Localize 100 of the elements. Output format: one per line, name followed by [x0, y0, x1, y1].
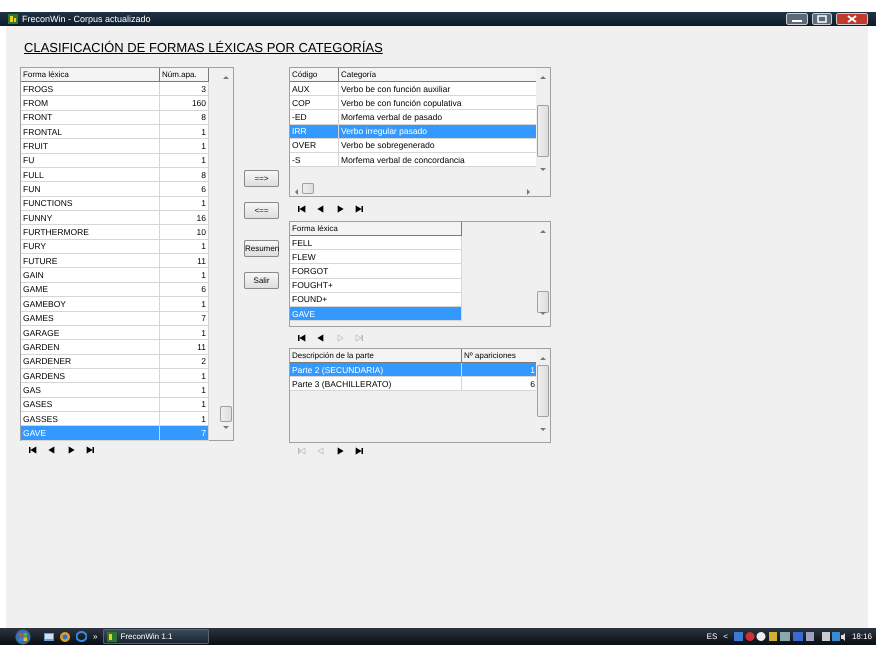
- add-button[interactable]: ==>: [244, 170, 279, 187]
- table-cell: 1: [462, 363, 538, 378]
- tray-icons-drawing[interactable]: [734, 631, 846, 642]
- table-cell: COP: [290, 96, 339, 110]
- scroll-thumb[interactable]: [302, 183, 314, 194]
- next-icon[interactable]: [66, 445, 76, 455]
- table-row[interactable]: FROM 160: [21, 96, 219, 111]
- data-grid[interactable]: Descripción de la parte Nº apariciones Parte 2 (SECUNDARIA) 1 Parte 3 (BACHILLERATO) 6: [289, 348, 551, 443]
- table-row[interactable]: -ED Morfema verbal de pasado: [290, 110, 536, 125]
- table-row[interactable]: FURY 1: [21, 240, 219, 254]
- table-row[interactable]: AUX Verbo be con función auxiliar: [290, 82, 536, 96]
- table-cell: FULL: [21, 168, 160, 182]
- table-cell: GAVE: [21, 426, 160, 441]
- table-row[interactable]: FU 1: [21, 154, 219, 168]
- scroll-thumb[interactable]: [537, 291, 549, 313]
- table-cell: 6: [160, 182, 209, 197]
- table-cell: 6: [160, 282, 209, 298]
- table-row[interactable]: FRUIT 1: [21, 139, 219, 154]
- task-button[interactable]: FreconWin 1.1: [103, 629, 210, 644]
- table-row[interactable]: -S Morfema verbal de concordancia: [290, 152, 536, 168]
- table-row[interactable]: FLEW: [290, 250, 536, 264]
- table-row[interactable]: GARDENS 1: [21, 368, 219, 384]
- previous-icon[interactable]: [316, 332, 326, 342]
- table-row[interactable]: FURTHERMORE 10: [21, 225, 219, 240]
- table-row[interactable]: GAMES 7: [21, 312, 219, 326]
- data-grid[interactable]: [289, 67, 551, 197]
- table-cell: 1: [160, 196, 209, 212]
- table-cell: FROGS: [21, 82, 160, 96]
- column-header[interactable]: Núm.apa.: [160, 68, 209, 82]
- table-row[interactable]: GAMEBOY 1: [21, 297, 219, 312]
- table-row[interactable]: GAIN 1: [21, 268, 219, 283]
- table-row[interactable]: GASSES 1: [21, 412, 219, 426]
- column-header[interactable]: Forma léxica: [21, 68, 160, 82]
- table-row[interactable]: FUNCTIONS 1: [21, 196, 219, 212]
- table-row[interactable]: FELL: [290, 236, 536, 250]
- table-cell: GARDEN: [21, 340, 160, 355]
- table-cell: 1: [160, 240, 209, 254]
- table-cell: 1: [160, 297, 209, 312]
- column-header[interactable]: Categoría: [339, 68, 538, 82]
- skip-first-icon[interactable]: [297, 332, 307, 342]
- skip-last-icon[interactable]: [354, 204, 364, 214]
- scroll-thumb[interactable]: [537, 105, 549, 157]
- table-row[interactable]: FUNNY 16: [21, 211, 219, 226]
- summary-button[interactable]: Resumen: [244, 240, 279, 257]
- table-row[interactable]: FORGOT: [290, 264, 536, 279]
- table-row[interactable]: FRONTAL 1: [21, 125, 219, 140]
- exit-button[interactable]: Salir: [244, 272, 279, 289]
- table-row[interactable]: GARDENER 2: [21, 354, 219, 369]
- table-row[interactable]: Parte 3 (BACHILLERATO) 6: [290, 377, 536, 392]
- maximize-icon[interactable]: [812, 13, 832, 25]
- table-cell: 1: [160, 154, 209, 168]
- column-header[interactable]: Forma léxica: [290, 222, 462, 236]
- language-indicator[interactable]: ES: [706, 632, 718, 641]
- table-cell: 160: [160, 96, 209, 111]
- data-grid[interactable]: [20, 67, 234, 441]
- table-row[interactable]: GAME 6: [21, 282, 219, 298]
- table-cell: 1: [160, 368, 209, 384]
- table-cell: 11: [160, 254, 209, 268]
- table-cell: IRR: [290, 124, 339, 139]
- table-cell: FUNNY: [21, 211, 160, 226]
- scroll-thumb[interactable]: [537, 365, 549, 417]
- table-row[interactable]: FOUGHT+: [290, 278, 536, 293]
- column-header[interactable]: Descripción de la parte: [290, 349, 462, 363]
- table-row[interactable]: GASES 1: [21, 398, 219, 412]
- table-row[interactable]: FROGS 3: [21, 82, 219, 96]
- tray-expand-chevron[interactable]: <: [723, 632, 728, 641]
- skip-last-icon[interactable]: [85, 445, 95, 455]
- table-cell: FRONT: [21, 110, 160, 126]
- clock[interactable]: 18:16: [852, 632, 872, 641]
- table-row[interactable]: GAS 1: [21, 383, 219, 398]
- table-row[interactable]: GARAGE 1: [21, 326, 219, 340]
- skip-last-icon[interactable]: [354, 446, 364, 456]
- previous-icon[interactable]: [47, 445, 57, 455]
- table-row[interactable]: FUTURE 11: [21, 254, 219, 268]
- remove-button[interactable]: <==: [244, 202, 279, 219]
- table-row[interactable]: OVER Verbo be sobregenerado: [290, 138, 536, 153]
- next-icon[interactable]: [335, 446, 345, 456]
- scroll-thumb[interactable]: [220, 406, 232, 422]
- table-cell: GAS: [21, 383, 160, 398]
- table-row[interactable]: FRONT 8: [21, 110, 219, 126]
- show-desktop-icon[interactable]: [44, 632, 54, 642]
- column-header[interactable]: Código: [290, 68, 339, 82]
- table-row[interactable]: COP Verbo be con función copulativa: [290, 96, 536, 110]
- previous-icon[interactable]: [316, 204, 326, 214]
- data-grid[interactable]: Forma léxica FELL FLEW FORGOT FOUGHT+ FOUND+ GAVE: [289, 221, 551, 327]
- overflow-chevron[interactable]: »: [93, 632, 98, 641]
- close-icon[interactable]: [836, 13, 868, 25]
- skip-first-icon[interactable]: [28, 445, 38, 455]
- table-cell: OVER: [290, 138, 339, 153]
- table-cell: 1: [160, 383, 209, 398]
- table-row[interactable]: FULL 8: [21, 168, 219, 182]
- column-header[interactable]: Nº apariciones: [462, 349, 538, 363]
- skip-first-icon[interactable]: [297, 204, 307, 214]
- table-row[interactable]: FUN 6: [21, 182, 219, 197]
- minimize-icon[interactable]: [786, 13, 808, 25]
- next-icon[interactable]: [335, 204, 345, 214]
- table-cell: -ED: [290, 110, 339, 125]
- table-cell: GAME: [21, 282, 160, 298]
- table-row[interactable]: GARDEN 11: [21, 340, 219, 355]
- table-row[interactable]: FOUND+: [290, 292, 536, 307]
